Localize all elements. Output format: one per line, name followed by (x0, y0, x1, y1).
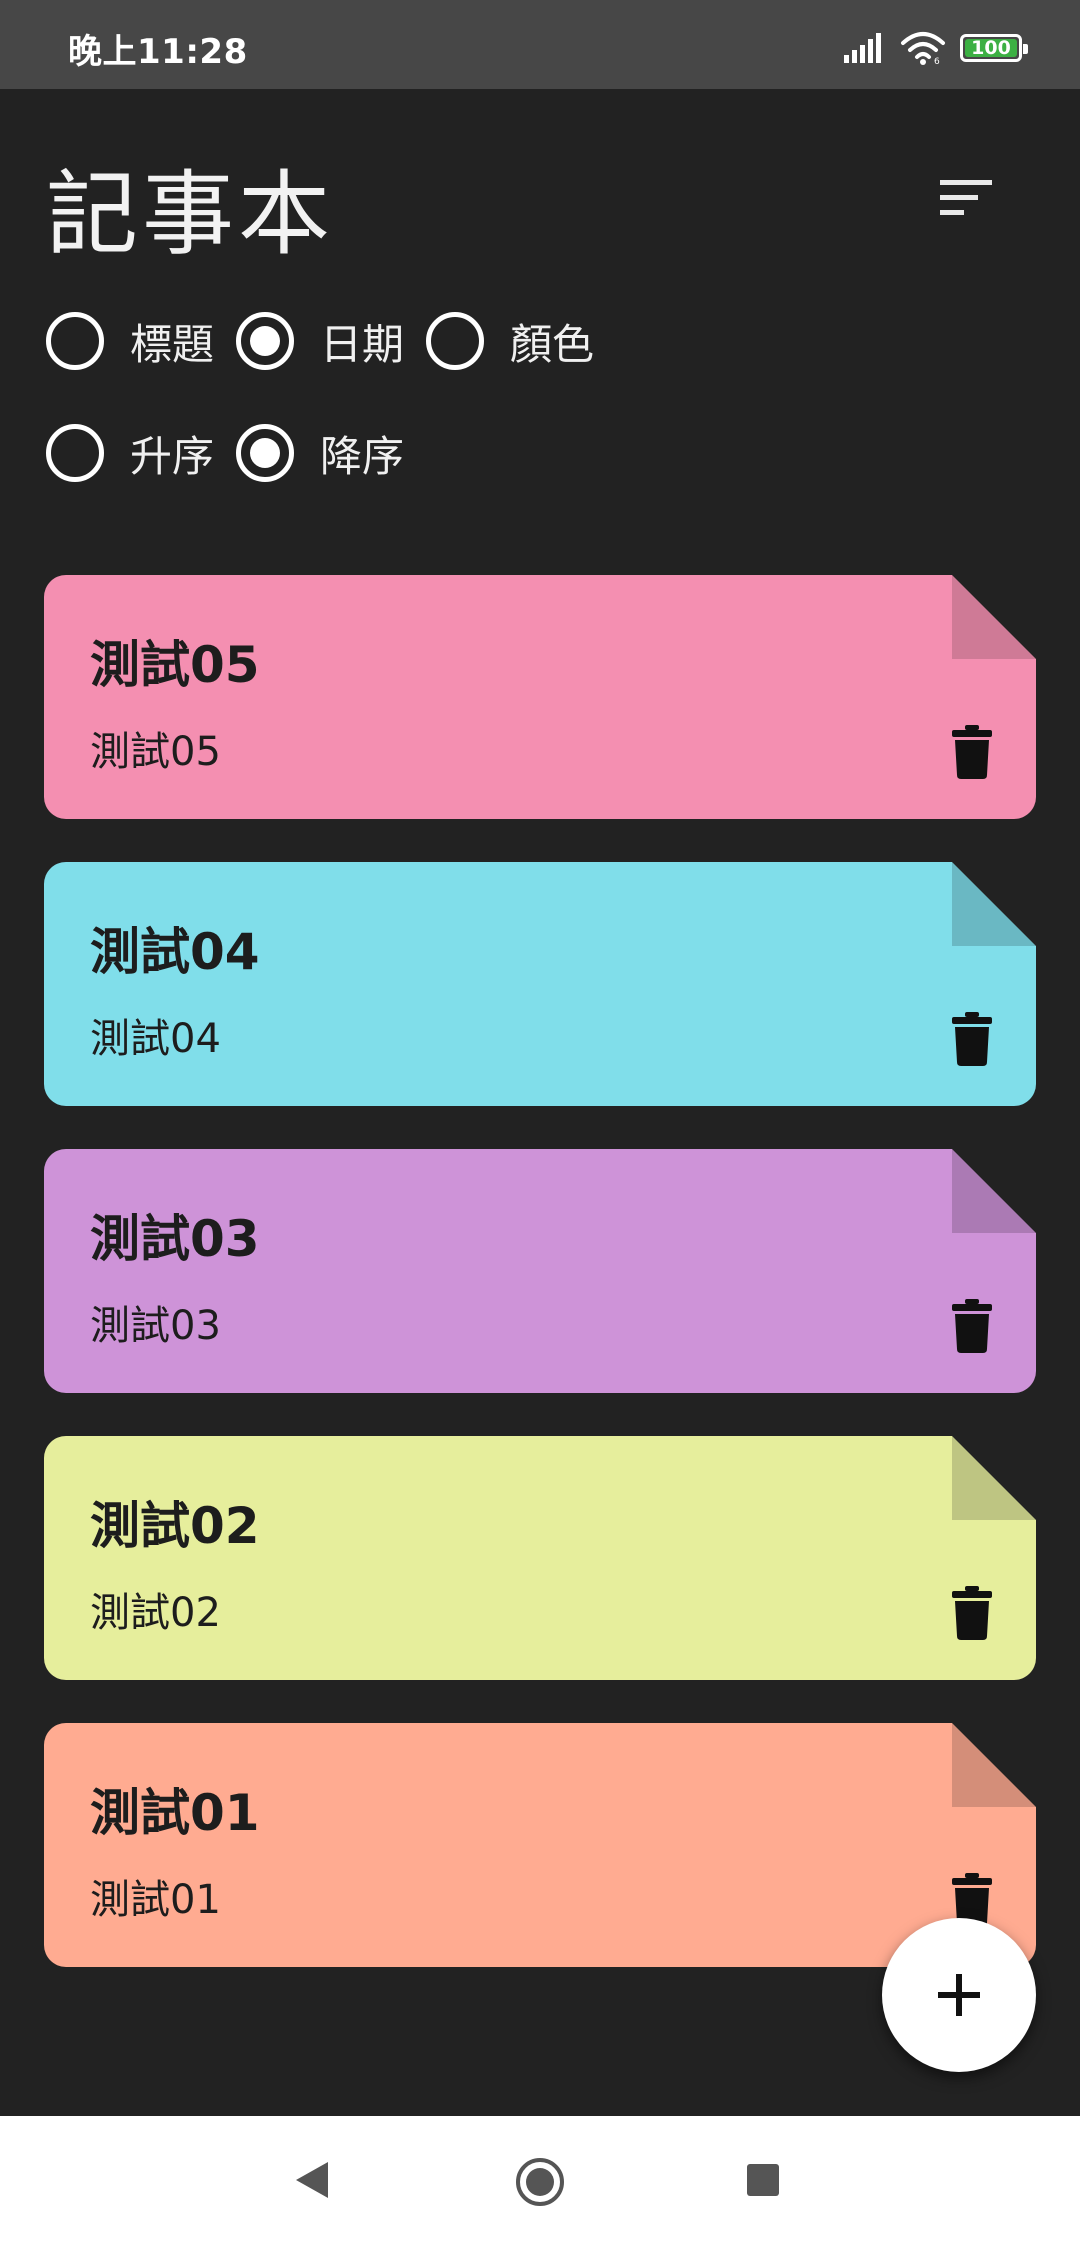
trash-icon[interactable] (952, 1299, 992, 1353)
sort-icon[interactable] (938, 176, 994, 220)
signal-icon (844, 33, 881, 63)
note-card[interactable]: 測試03 測試03 (44, 1149, 1036, 1393)
radio-label: 標題 (130, 319, 215, 369)
note-fold (952, 575, 1036, 659)
battery-cap (1023, 44, 1028, 54)
radio-sort-title[interactable]: 標題 (46, 311, 214, 372)
battery-text: 100 (971, 37, 1011, 59)
note-body: 測試05 (90, 729, 221, 775)
note-fold (952, 862, 1036, 946)
note-card[interactable]: 測試04 測試04 (44, 862, 1036, 1106)
note-fold (952, 1149, 1036, 1233)
plus-icon (938, 1974, 980, 2016)
wifi-icon: 6 (901, 32, 945, 65)
back-icon[interactable] (294, 2160, 330, 2200)
status-time: 晚上11:28 (68, 32, 248, 72)
radio-order-ascending[interactable]: 升序 (46, 423, 214, 484)
radio-label: 降序 (320, 431, 405, 481)
note-body: 測試02 (90, 1590, 221, 1636)
note-title: 測試01 (90, 1784, 260, 1842)
radio-sort-color[interactable]: 顏色 (426, 311, 594, 372)
note-title: 測試03 (90, 1210, 260, 1268)
note-body: 測試03 (90, 1303, 221, 1349)
note-body: 測試04 (90, 1016, 221, 1062)
home-icon[interactable] (514, 2156, 566, 2208)
radio-sort-date[interactable]: 日期 (236, 311, 404, 372)
radio-order-descending[interactable]: 降序 (236, 423, 404, 484)
svg-text:6: 6 (934, 57, 940, 65)
radio-label: 顏色 (510, 319, 595, 369)
radio-button[interactable] (426, 312, 485, 370)
add-note-button[interactable] (882, 1918, 1036, 2072)
note-title: 測試04 (90, 923, 260, 981)
battery-icon: 100 (960, 34, 1028, 62)
recents-icon[interactable] (747, 2164, 779, 2196)
sort-by-group: 標題 日期 顏色 (46, 306, 616, 376)
trash-icon[interactable] (952, 725, 992, 779)
radio-button[interactable] (236, 424, 295, 482)
note-card[interactable]: 測試01 測試01 (44, 1723, 1036, 1967)
status-bar: 晚上11:28 6 100 (0, 0, 1080, 89)
trash-icon[interactable] (952, 1012, 992, 1066)
note-card[interactable]: 測試05 測試05 (44, 575, 1036, 819)
page-title: 記事本 (46, 161, 335, 268)
note-title: 測試05 (90, 636, 260, 694)
radio-label: 日期 (320, 319, 405, 369)
radio-button[interactable] (236, 312, 295, 370)
order-group: 升序 降序 (46, 418, 426, 488)
trash-icon[interactable] (952, 1586, 992, 1640)
radio-button[interactable] (46, 424, 104, 482)
note-title: 測試02 (90, 1497, 260, 1555)
status-icons: 6 100 (844, 30, 1028, 66)
radio-label: 升序 (130, 431, 215, 481)
navigation-bar (0, 2116, 1080, 2246)
note-card[interactable]: 測試02 測試02 (44, 1436, 1036, 1680)
note-fold (952, 1723, 1036, 1807)
note-body: 測試01 (90, 1877, 221, 1923)
note-fold (952, 1436, 1036, 1520)
radio-button[interactable] (46, 312, 104, 370)
